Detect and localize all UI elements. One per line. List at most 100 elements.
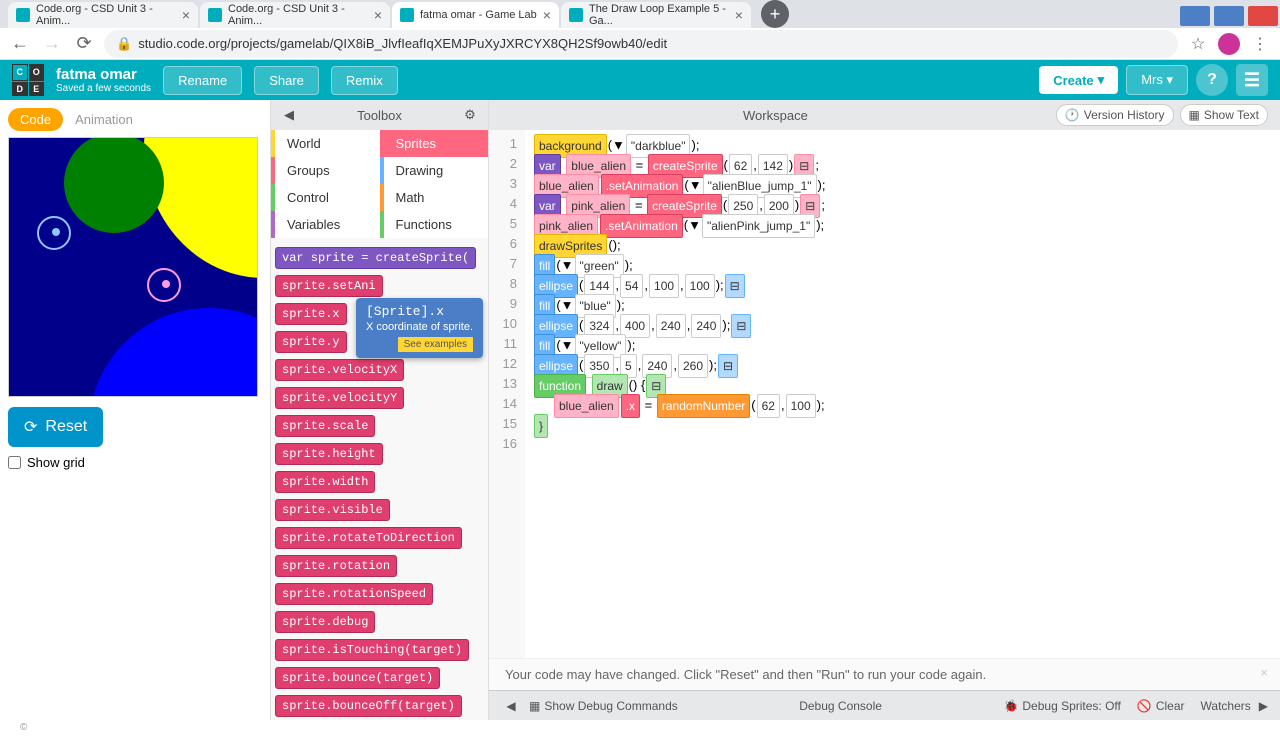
block-debug[interactable]: sprite.debug bbox=[275, 611, 375, 633]
close-icon[interactable]: × bbox=[182, 7, 190, 23]
tooltip-desc: X coordinate of sprite. bbox=[366, 321, 473, 333]
yellow-ellipse bbox=[144, 137, 258, 278]
block-sprite-y[interactable]: sprite.y bbox=[275, 331, 347, 353]
code-org-logo[interactable]: CODE bbox=[12, 64, 44, 96]
code-editor[interactable]: 12345678910111213141516 background(▼"dar… bbox=[489, 130, 1280, 658]
browser-tab[interactable]: Code.org - CSD Unit 3 - Anim...× bbox=[200, 2, 390, 28]
close-window-button[interactable] bbox=[1248, 6, 1278, 26]
code-mode-tab[interactable]: Code bbox=[8, 108, 63, 131]
maximize-button[interactable] bbox=[1214, 6, 1244, 26]
dismiss-icon[interactable]: × bbox=[1260, 665, 1268, 680]
block-rotate-to-direction[interactable]: sprite.rotateToDirection bbox=[275, 527, 462, 549]
block-scale[interactable]: sprite.scale bbox=[275, 415, 375, 437]
remix-button[interactable]: Remix bbox=[331, 66, 398, 95]
block-height[interactable]: sprite.height bbox=[275, 443, 383, 465]
category-drawing[interactable]: Drawing bbox=[380, 157, 489, 184]
tooltip-link[interactable]: See examples bbox=[398, 337, 473, 352]
mode-tabs: Code Animation bbox=[8, 108, 262, 131]
category-math[interactable]: Math bbox=[380, 184, 489, 211]
block-create-sprite[interactable]: var sprite = createSprite( bbox=[275, 247, 476, 269]
line-gutter: 12345678910111213141516 bbox=[489, 130, 525, 658]
collapse-icon[interactable]: ◀ bbox=[279, 105, 299, 125]
footer-copyright: © bbox=[0, 720, 1280, 736]
profile-avatar[interactable] bbox=[1218, 33, 1240, 55]
status-message: Your code may have changed. Click "Reset… bbox=[489, 658, 1280, 690]
version-history-button[interactable]: 🕐Version History bbox=[1056, 104, 1174, 126]
create-button[interactable]: Create ▾ bbox=[1039, 66, 1118, 94]
code-lines[interactable]: background(▼"darkblue"); var blue_alien … bbox=[525, 130, 834, 658]
project-name: fatma omar bbox=[56, 66, 151, 83]
text-icon: ▦ bbox=[1189, 108, 1200, 122]
close-icon[interactable]: × bbox=[735, 7, 743, 23]
tooltip-title: [Sprite].x bbox=[366, 304, 473, 319]
browser-menu-icon[interactable]: ⋮ bbox=[1248, 32, 1272, 56]
gear-icon[interactable]: ⚙ bbox=[460, 105, 480, 125]
show-grid-checkbox[interactable]: Show grid bbox=[8, 455, 262, 470]
reload-button[interactable]: ⟳ bbox=[72, 32, 96, 56]
show-text-button[interactable]: ▦Show Text bbox=[1180, 104, 1269, 126]
debug-collapse-icon[interactable]: ◀ bbox=[501, 696, 521, 716]
close-icon[interactable]: × bbox=[543, 7, 551, 23]
workspace-panel: Workspace 🕐Version History ▦Show Text 12… bbox=[488, 100, 1280, 720]
category-functions[interactable]: Functions bbox=[380, 211, 489, 238]
url-input[interactable]: 🔒 studio.code.org/projects/gamelab/QIX8i… bbox=[104, 30, 1178, 58]
block-rotation-speed[interactable]: sprite.rotationSpeed bbox=[275, 583, 433, 605]
block-set-ani[interactable]: sprite.setAni bbox=[275, 275, 383, 297]
favicon-icon bbox=[16, 8, 30, 22]
debug-sprites-toggle[interactable]: 🐞 Debug Sprites: Off bbox=[1003, 699, 1120, 713]
category-list: World Sprites Groups Drawing Control Mat… bbox=[271, 130, 488, 238]
green-ellipse bbox=[64, 137, 164, 233]
bookmark-icon[interactable]: ☆ bbox=[1186, 32, 1210, 56]
reset-button[interactable]: ⟳Reset bbox=[8, 407, 103, 447]
game-canvas[interactable] bbox=[8, 137, 258, 397]
block-velocity-x[interactable]: sprite.velocityX bbox=[275, 359, 404, 381]
clear-button[interactable]: 🚫 Clear bbox=[1137, 699, 1185, 713]
save-status: Saved a few seconds bbox=[56, 83, 151, 94]
browser-tab-active[interactable]: fatma omar - Game Lab× bbox=[392, 2, 559, 28]
minimize-button[interactable] bbox=[1180, 6, 1210, 26]
browser-tab[interactable]: Code.org - CSD Unit 3 - Anim...× bbox=[8, 2, 198, 28]
reset-icon: ⟳ bbox=[24, 417, 37, 437]
rename-button[interactable]: Rename bbox=[163, 66, 242, 95]
left-panel: Code Animation ⟳Reset Show grid bbox=[0, 100, 270, 720]
block-sprite-x[interactable]: sprite.x bbox=[275, 303, 347, 325]
block-visible[interactable]: sprite.visible bbox=[275, 499, 390, 521]
block-bounce-off[interactable]: sprite.bounceOff(target) bbox=[275, 695, 462, 717]
category-variables[interactable]: Variables bbox=[271, 211, 380, 238]
block-velocity-y[interactable]: sprite.velocityY bbox=[275, 387, 404, 409]
block-list: var sprite = createSprite( sprite.setAni… bbox=[271, 238, 488, 720]
block-bounce[interactable]: sprite.bounce(target) bbox=[275, 667, 440, 689]
back-button[interactable]: ← bbox=[8, 32, 32, 56]
block-is-touching[interactable]: sprite.isTouching(target) bbox=[275, 639, 469, 661]
new-tab-button[interactable]: + bbox=[761, 0, 789, 28]
browser-tabs: Code.org - CSD Unit 3 - Anim...× Code.or… bbox=[0, 0, 1280, 28]
hamburger-menu[interactable]: ☰ bbox=[1236, 64, 1268, 96]
close-icon[interactable]: × bbox=[374, 7, 382, 23]
app-header: CODE fatma omar Saved a few seconds Rena… bbox=[0, 60, 1280, 100]
toolbox-title: Toolbox bbox=[357, 108, 402, 123]
forward-button[interactable]: → bbox=[40, 32, 64, 56]
url-bar-row: ← → ⟳ 🔒 studio.code.org/projects/gamelab… bbox=[0, 28, 1280, 60]
watchers-label: Watchers bbox=[1201, 699, 1251, 713]
debug-bar: ◀ ▦ Show Debug Commands Debug Console 🐞 … bbox=[489, 690, 1280, 720]
browser-tab[interactable]: The Draw Loop Example 5 - Ga...× bbox=[561, 2, 751, 28]
chevron-down-icon: ▾ bbox=[1098, 72, 1105, 88]
toolbox-header: ◀ Toolbox ⚙ bbox=[271, 100, 488, 130]
category-sprites[interactable]: Sprites bbox=[380, 130, 489, 157]
share-button[interactable]: Share bbox=[254, 66, 319, 95]
toolbox-panel: ◀ Toolbox ⚙ World Sprites Groups Drawing… bbox=[270, 100, 488, 720]
block-width[interactable]: sprite.width bbox=[275, 471, 375, 493]
debug-console-label: Debug Console bbox=[686, 699, 996, 713]
debug-expand-icon[interactable]: ▶ bbox=[1259, 699, 1268, 713]
user-menu[interactable]: Mrs ▾ bbox=[1126, 65, 1188, 95]
block-rotation[interactable]: sprite.rotation bbox=[275, 555, 397, 577]
category-groups[interactable]: Groups bbox=[271, 157, 380, 184]
workspace-title: Workspace bbox=[501, 108, 1050, 123]
blue-alien-sprite bbox=[37, 216, 75, 266]
help-button[interactable]: ? bbox=[1196, 64, 1228, 96]
category-world[interactable]: World bbox=[271, 130, 380, 157]
show-debug-commands[interactable]: ▦ Show Debug Commands bbox=[529, 699, 678, 713]
animation-mode-tab[interactable]: Animation bbox=[63, 108, 145, 131]
category-control[interactable]: Control bbox=[271, 184, 380, 211]
blue-ellipse bbox=[89, 308, 258, 397]
